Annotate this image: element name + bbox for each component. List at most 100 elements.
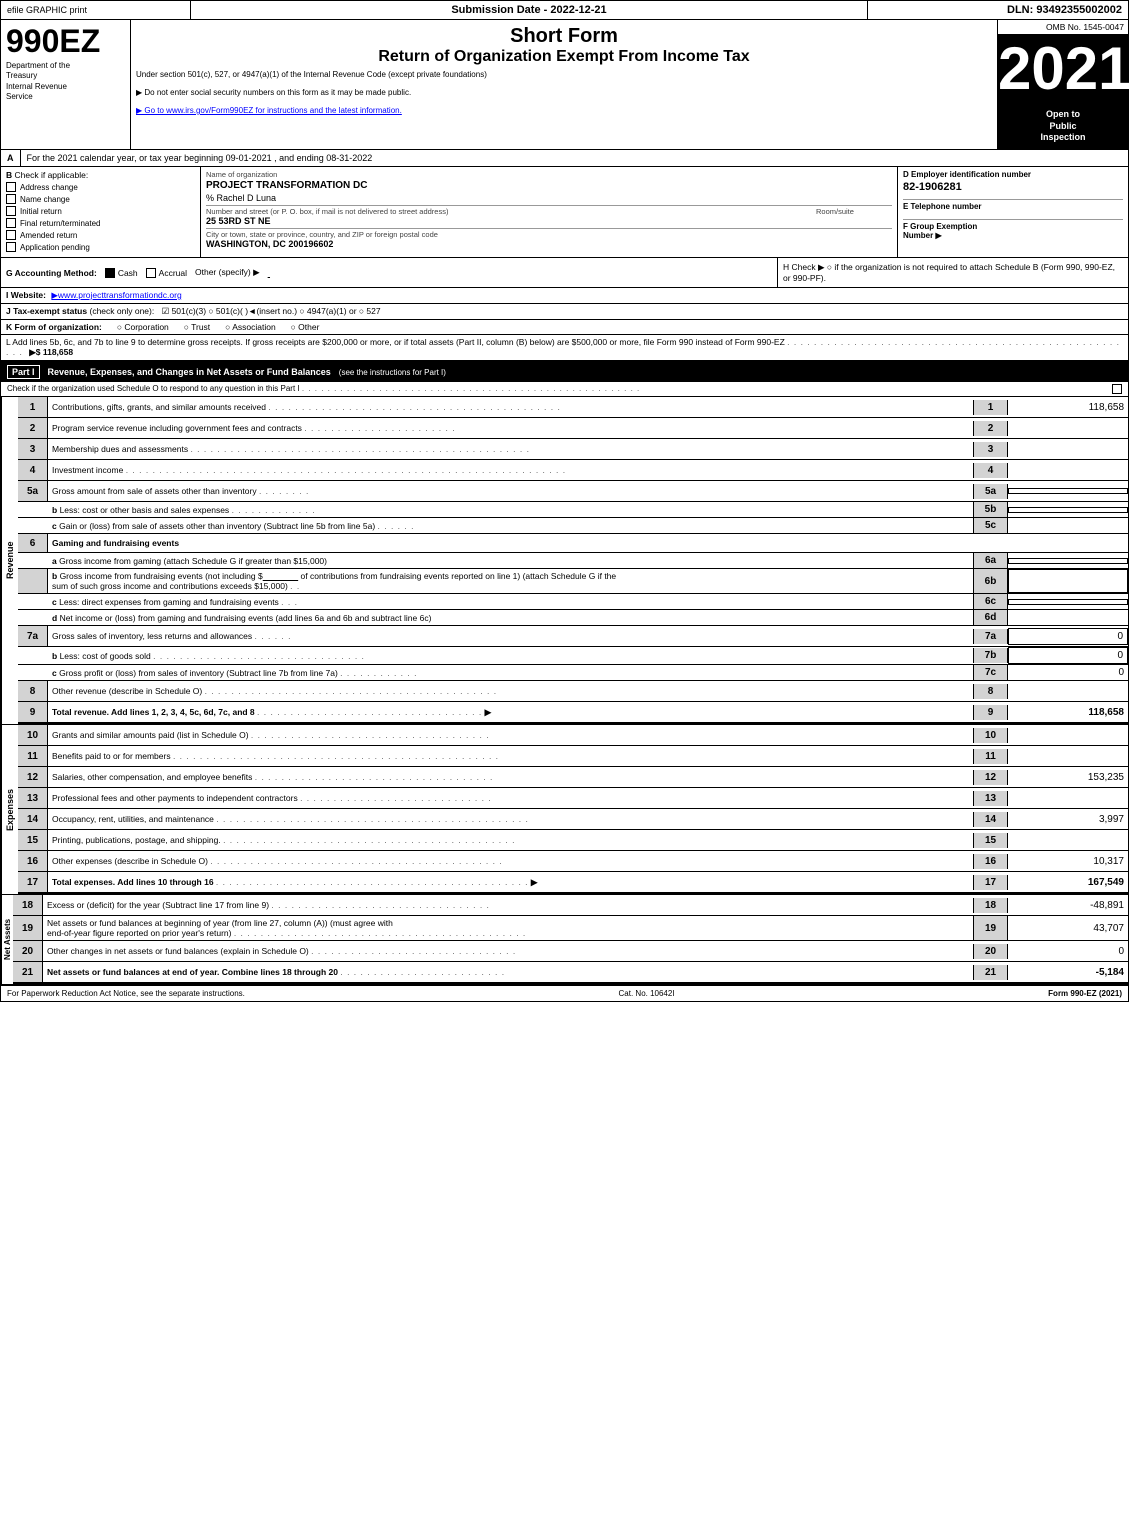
row-2: 2 Program service revenue including gove…	[18, 418, 1128, 439]
form-number-area: 990EZ Department of the Treasury Interna…	[1, 20, 131, 149]
form-ref: Form 990-EZ (2021)	[1048, 989, 1122, 998]
row1-label: Contributions, gifts, grants, and simila…	[48, 400, 973, 414]
tax-exempt-row: J Tax-exempt status (check only one): ☑ …	[1, 304, 1128, 320]
cash-checkbox	[105, 268, 115, 278]
website-row: I Website: ▶www.projecttransformationdc.…	[1, 288, 1128, 304]
form-k-row: K Form of organization: ○ Corporation ○ …	[1, 320, 1128, 335]
row-20: 20 Other changes in net assets or fund b…	[13, 941, 1128, 962]
row-14: 14 Occupancy, rent, utilities, and maint…	[18, 809, 1128, 830]
revenue-rows: 1 Contributions, gifts, grants, and simi…	[18, 397, 1128, 724]
accrual-checkbox	[146, 268, 156, 278]
form-dept: Department of the Treasury Internal Reve…	[6, 61, 125, 103]
group-exemption: F Group Exemption Number ▶	[903, 219, 1123, 240]
row-11: 11 Benefits paid to or for members . . .…	[18, 746, 1128, 767]
row-6a: a Gross income from gaming (attach Sched…	[18, 553, 1128, 569]
row-12: 12 Salaries, other compensation, and emp…	[18, 767, 1128, 788]
form-number: 990EZ	[6, 25, 125, 57]
cat-no: Cat. No. 10642I	[619, 989, 675, 998]
row-7a: 7a Gross sales of inventory, less return…	[18, 626, 1128, 647]
section-d: D Employer identification number 82-1906…	[898, 167, 1128, 257]
year-box: 2021	[998, 34, 1128, 104]
row-21: 21 Net assets or fund balances at end of…	[13, 962, 1128, 984]
form-title-center: Short Form Return of Organization Exempt…	[131, 20, 998, 149]
final-checkbox	[6, 218, 16, 228]
row7a-value: 0	[1008, 628, 1128, 645]
pending-checkbox	[6, 242, 16, 252]
website-url[interactable]: ▶www.projecttransformationdc.org	[51, 290, 181, 300]
section-a-text: For the 2021 calendar year, or tax year …	[21, 150, 1129, 166]
row21-value: -5,184	[1008, 965, 1128, 980]
checkbox-pending: Application pending	[6, 242, 195, 252]
row-5a: 5a Gross amount from sale of assets othe…	[18, 481, 1128, 502]
street-row: Number and street (or P. O. box, if mail…	[206, 205, 892, 226]
part1-checkbox	[1112, 384, 1122, 394]
net-assets-label: Net Assets	[1, 895, 13, 984]
checkbox-amended: Amended return	[6, 230, 195, 240]
row-6: 6 Gaming and fundraising events	[18, 534, 1128, 553]
return-title: Return of Organization Exempt From Incom…	[136, 48, 992, 66]
footer: For Paperwork Reduction Act Notice, see …	[1, 984, 1128, 1001]
dln-text: DLN: 93492355002002	[1007, 4, 1122, 16]
net-assets-section: Net Assets 18 Excess or (deficit) for th…	[1, 894, 1128, 984]
row-9: 9 Total revenue. Add lines 1, 2, 3, 4, 5…	[18, 702, 1128, 724]
efile-text: efile GRAPHIC print	[7, 5, 87, 15]
checkbox-name: Name change	[6, 194, 195, 204]
org-name: PROJECT TRANSFORMATION DC	[206, 180, 892, 191]
form-l-row: L Add lines 5b, 6c, and 7b to line 9 to …	[1, 335, 1128, 362]
name-checkbox	[6, 194, 16, 204]
initial-checkbox	[6, 206, 16, 216]
year-area: OMB No. 1545-0047 2021 Open to Public In…	[998, 20, 1128, 149]
row1-value: 118,658	[1008, 400, 1128, 415]
row-7c: c Gross profit or (loss) from sales of i…	[18, 665, 1128, 681]
row-6b: b Gross income from fundraising events (…	[18, 569, 1128, 594]
row7b-value: 0	[1008, 647, 1128, 664]
row1-ref: 1	[973, 400, 1008, 415]
row-5b: b Less: cost or other basis and sales ex…	[18, 502, 1128, 518]
open-to-public: Open to Public Inspection	[998, 104, 1128, 149]
row16-value: 10,317	[1008, 854, 1128, 869]
efile-label: efile GRAPHIC print	[1, 1, 191, 19]
row14-value: 3,997	[1008, 812, 1128, 827]
row12-value: 153,235	[1008, 770, 1128, 785]
checkbox-address: Address change	[6, 182, 195, 192]
checkbox-final: Final return/terminated	[6, 218, 195, 228]
row-16: 16 Other expenses (describe in Schedule …	[18, 851, 1128, 872]
section-g: G Accounting Method: Cash Accrual Other …	[1, 258, 778, 287]
city-row: City or town, state or province, country…	[206, 228, 892, 249]
row-1: 1 Contributions, gifts, grants, and simi…	[18, 397, 1128, 418]
revenue-label: Revenue	[1, 397, 18, 724]
row-15: 15 Printing, publications, postage, and …	[18, 830, 1128, 851]
paperwork-text: For Paperwork Reduction Act Notice, see …	[7, 989, 245, 998]
short-form-title: Short Form	[136, 25, 992, 48]
section-a: A For the 2021 calendar year, or tax yea…	[1, 150, 1128, 167]
expenses-section: Expenses 10 Grants and similar amounts p…	[1, 724, 1128, 894]
section-b-label: B Check if applicable:	[6, 170, 195, 180]
row-7b: b Less: cost of goods sold . . . . . . .…	[18, 647, 1128, 665]
address-checkbox	[6, 182, 16, 192]
name-label: Name of organization	[206, 170, 892, 179]
part1-header: Part I Revenue, Expenses, and Changes in…	[1, 362, 1128, 382]
form-page: efile GRAPHIC print Submission Date - 20…	[0, 0, 1129, 1002]
row-5c: c Gain or (loss) from sale of assets oth…	[18, 518, 1128, 534]
row-17: 17 Total expenses. Add lines 10 through …	[18, 872, 1128, 894]
title-area: 990EZ Department of the Treasury Interna…	[1, 20, 1128, 150]
row-4: 4 Investment income . . . . . . . . . . …	[18, 460, 1128, 481]
row-13: 13 Professional fees and other payments …	[18, 788, 1128, 809]
row1-num: 1	[18, 397, 48, 417]
row-19: 19 Net assets or fund balances at beginn…	[13, 916, 1128, 941]
under-section: Under section 501(c), 527, or 4947(a)(1)…	[136, 70, 992, 115]
section-h: H Check ▶ ○ if the organization is not r…	[778, 258, 1128, 287]
section-gh: G Accounting Method: Cash Accrual Other …	[1, 258, 1128, 288]
row-6c: c Less: direct expenses from gaming and …	[18, 594, 1128, 610]
row-10: 10 Grants and similar amounts paid (list…	[18, 725, 1128, 746]
net-assets-rows: 18 Excess or (deficit) for the year (Sub…	[13, 895, 1128, 984]
row17-value: 167,549	[1008, 875, 1128, 890]
section-b: B Check if applicable: Address change Na…	[1, 167, 201, 257]
section-bcd: B Check if applicable: Address change Na…	[1, 167, 1128, 258]
expenses-label: Expenses	[1, 725, 18, 894]
care-of: % Rachel D Luna	[206, 193, 892, 203]
row20-value: 0	[1008, 944, 1128, 959]
tax-options: ☑ 501(c)(3) ○ 501(c)( )◄(insert no.) ○ 4…	[162, 306, 381, 316]
section-a-label: A	[1, 150, 21, 166]
checkbox-initial: Initial return	[6, 206, 195, 216]
